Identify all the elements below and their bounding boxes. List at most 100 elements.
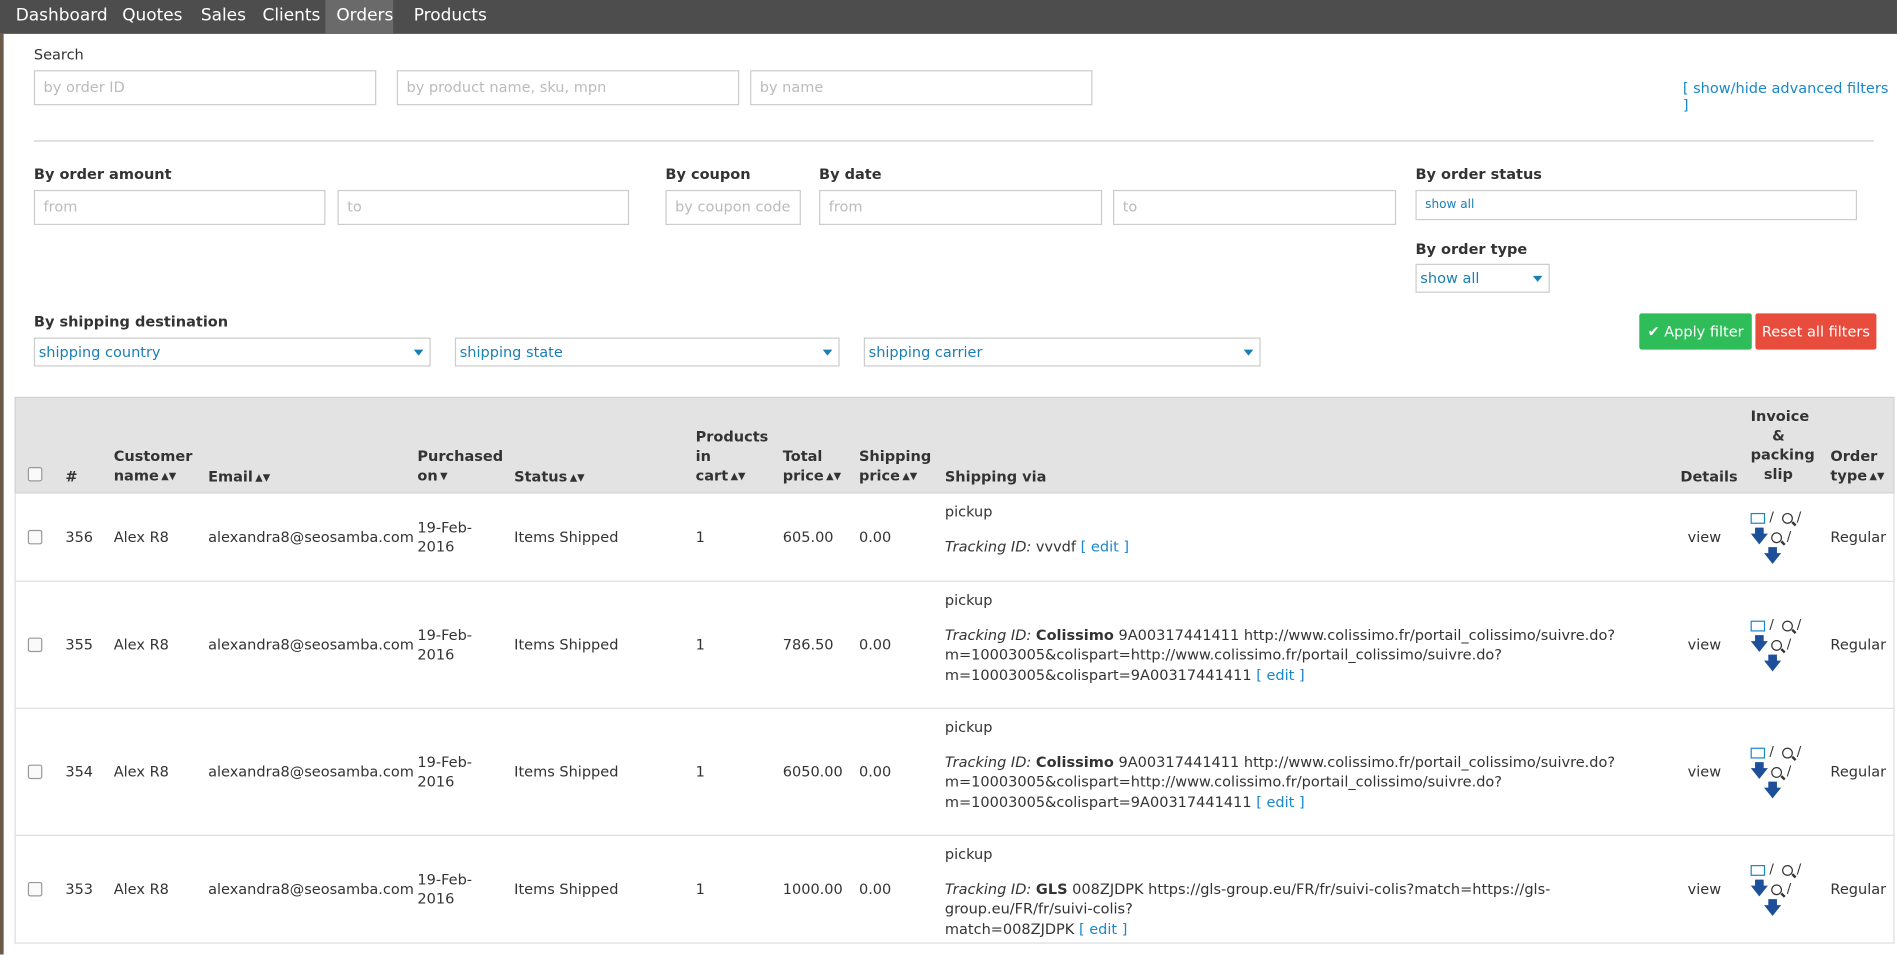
order-type-select[interactable]: show all	[1415, 263, 1550, 293]
search-icon[interactable]	[1771, 531, 1783, 543]
mail-icon[interactable]	[1750, 620, 1766, 631]
nav-sales[interactable]: Sales	[191, 0, 255, 34]
purchase-date-line1: 19-Feb-	[417, 753, 473, 771]
view-details-link[interactable]: view	[1688, 635, 1721, 654]
customer-name: Alex R8	[113, 528, 169, 546]
tracking-value-line2: m=10003005&colispart=http://www.colissim…	[944, 773, 1503, 790]
reset-filters-button[interactable]: Reset all filters	[1755, 313, 1877, 350]
order-type-value: show all	[1420, 269, 1480, 287]
header-email-label: Email	[208, 468, 253, 486]
shipping-price: 0.00	[858, 528, 892, 546]
shipping-via: pickup Tracking ID: vvvdf [ edit ]	[945, 502, 1671, 556]
shipping-country-value: shipping country	[38, 343, 161, 361]
header-email[interactable]: Email ▲▼	[208, 467, 270, 487]
amount-to-input[interactable]: to	[337, 189, 630, 226]
coupon-input[interactable]: by coupon code	[665, 189, 801, 226]
apply-filter-button[interactable]: ✔ Apply filter	[1639, 313, 1752, 350]
chevron-down-icon	[1243, 349, 1254, 356]
header-total-line2: price	[782, 466, 824, 484]
header-customer-line2: name	[113, 466, 159, 484]
download-icon[interactable]: 🡇	[1764, 656, 1781, 673]
search-icon[interactable]	[1771, 639, 1783, 651]
advanced-filters-toggle[interactable]: [ show/hide advanced filters ]	[1683, 80, 1897, 114]
download-icon[interactable]: 🡇	[1751, 636, 1768, 653]
nav-dashboard[interactable]: Dashboard	[6, 0, 117, 34]
order-type-label: By order type	[1415, 240, 1528, 258]
amount-from-input[interactable]: from	[33, 189, 326, 226]
edit-tracking-link[interactable]: [ edit ]	[1081, 538, 1129, 555]
select-all-checkbox[interactable]	[27, 466, 43, 482]
row-checkbox[interactable]	[27, 764, 43, 780]
purchase-date: 19-Feb- 2016	[417, 518, 472, 557]
row-checkbox[interactable]	[27, 881, 43, 897]
table-row: 353 Alex R8 alexandra8@seosamba.com 19-F…	[14, 835, 1895, 944]
edit-tracking-link[interactable]: [ edit ]	[1079, 920, 1127, 937]
download-icon[interactable]: 🡇	[1764, 548, 1781, 565]
header-id[interactable]: #	[65, 467, 77, 486]
order-type: Regular	[1830, 636, 1887, 654]
tracking-label: Tracking ID:	[944, 537, 1032, 555]
nav-orders[interactable]: Orders	[325, 0, 393, 34]
search-icon[interactable]	[1781, 864, 1793, 876]
tracking-label: Tracking ID:	[944, 880, 1032, 898]
header-products[interactable]: Products in cart ▲▼	[696, 427, 769, 486]
header-customer[interactable]: Customer name ▲▼	[114, 446, 193, 485]
search-icon[interactable]	[1781, 512, 1793, 524]
header-shipping-price[interactable]: Shipping price ▲▼	[859, 446, 931, 485]
download-icon[interactable]: 🡇	[1751, 763, 1768, 780]
nav-clients[interactable]: Clients	[253, 0, 330, 34]
edit-tracking-link[interactable]: [ edit ]	[1256, 666, 1304, 683]
total-price: 1000.00	[782, 880, 843, 898]
order-amount-label: By order amount	[33, 165, 172, 183]
purchase-date-line2: 2016	[417, 890, 455, 908]
nav-quotes[interactable]: Quotes	[113, 0, 193, 34]
product-search-input[interactable]: by product name, sku, mpn	[396, 70, 740, 106]
nav-products[interactable]: Products	[404, 0, 496, 34]
search-icon[interactable]	[1771, 883, 1783, 895]
download-icon[interactable]: 🡇	[1764, 900, 1781, 917]
purchase-date: 19-Feb- 2016	[417, 870, 472, 909]
shipping-state-select[interactable]: shipping state	[454, 337, 840, 367]
shipping-price: 0.00	[858, 880, 892, 898]
order-id-search-input[interactable]: by order ID	[33, 70, 377, 106]
header-order-type[interactable]: Order type ▲▼	[1830, 446, 1884, 485]
header-invoice: Invoice & packing slip	[1751, 406, 1815, 483]
order-id: 354	[65, 763, 94, 781]
header-products-line3: cart	[695, 466, 729, 484]
shipping-carrier-select[interactable]: shipping carrier	[863, 337, 1261, 367]
view-details-link[interactable]: view	[1688, 880, 1721, 899]
date-to-input[interactable]: to	[1113, 189, 1397, 226]
table-row: 355 Alex R8 alexandra8@seosamba.com 19-F…	[14, 581, 1895, 709]
order-status: Items Shipped	[514, 763, 619, 781]
search-icon[interactable]	[1781, 620, 1793, 631]
table-row: 356 Alex R8 alexandra8@seosamba.com 19-F…	[14, 493, 1895, 582]
row-checkbox[interactable]	[27, 529, 43, 545]
header-total[interactable]: Total price ▲▼	[783, 446, 841, 485]
chevron-down-icon	[413, 349, 424, 356]
purchase-date-line2: 2016	[417, 773, 455, 790]
purchase-date-line1: 19-Feb-	[417, 871, 473, 888]
header-status[interactable]: Status ▲▼	[514, 467, 584, 487]
coupon-label: By coupon	[665, 165, 751, 183]
products-count: 1	[695, 880, 705, 898]
edit-tracking-link[interactable]: [ edit ]	[1256, 793, 1304, 810]
download-icon[interactable]: 🡇	[1764, 783, 1781, 800]
search-icon[interactable]	[1771, 766, 1783, 778]
view-details-link[interactable]: view	[1688, 527, 1721, 546]
order-status-select[interactable]: show all	[1415, 189, 1858, 221]
mail-icon[interactable]	[1750, 864, 1766, 876]
header-purchased[interactable]: Purchased on ▼	[417, 446, 503, 485]
mail-icon[interactable]	[1750, 747, 1766, 758]
mail-icon[interactable]	[1750, 512, 1766, 524]
view-details-link[interactable]: view	[1688, 762, 1721, 781]
download-icon[interactable]: 🡇	[1751, 881, 1768, 898]
row-checkbox[interactable]	[27, 637, 43, 653]
header-customer-line1: Customer	[113, 447, 193, 465]
date-from-input[interactable]: from	[819, 189, 1103, 226]
shipping-country-select[interactable]: shipping country	[33, 337, 431, 367]
search-icon[interactable]	[1781, 747, 1793, 758]
sort-icon: ▲▼	[1869, 470, 1885, 481]
invoice-icons: / / 🡇 / 🡇	[1750, 509, 1802, 567]
name-search-input[interactable]: by name	[750, 70, 1093, 106]
download-icon[interactable]: 🡇	[1751, 529, 1768, 546]
